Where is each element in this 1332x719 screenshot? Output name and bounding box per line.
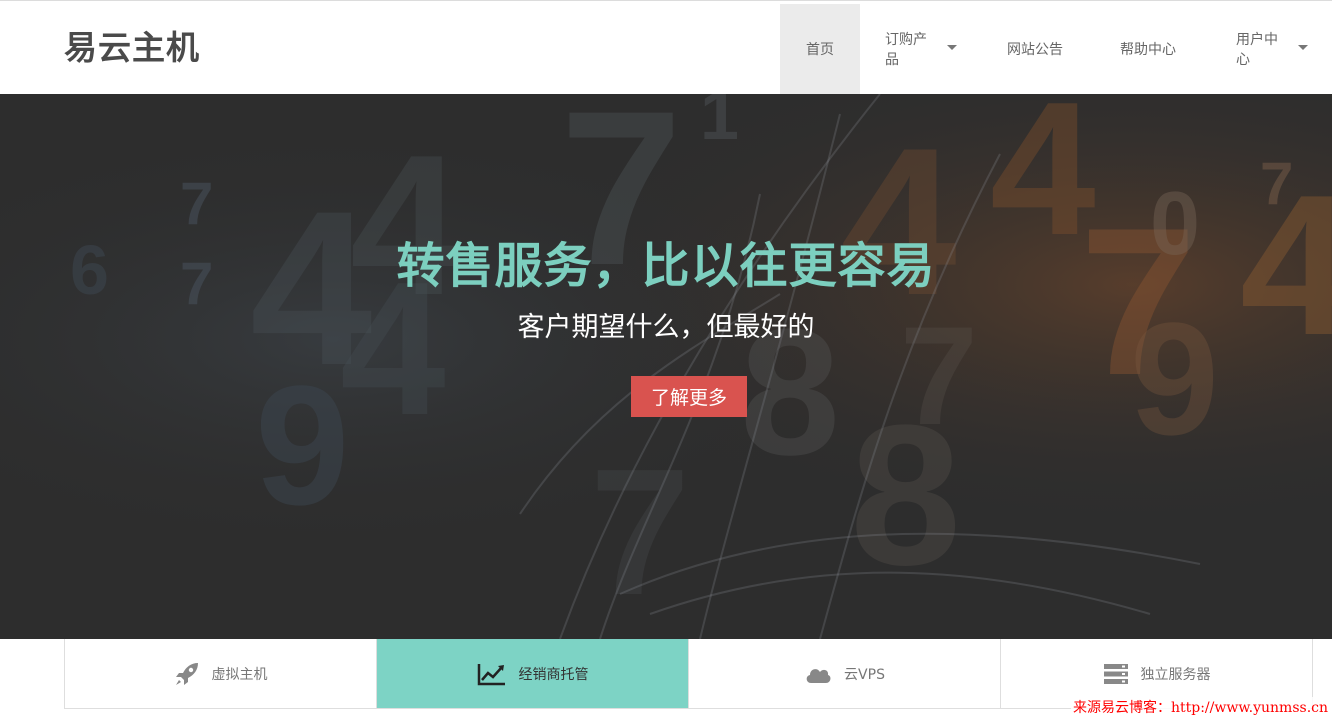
nav-item-announcements[interactable]: 网站公告 <box>981 4 1093 94</box>
tab-label: 虚拟主机 <box>211 666 268 683</box>
tab-label: 经销商托管 <box>518 666 589 683</box>
tab-reseller-hosting[interactable]: 经销商托管 <box>377 639 689 708</box>
hero-title: 转售服务，比以往更容易 <box>396 238 936 294</box>
nav-item-help-center[interactable]: 帮助中心 <box>1093 4 1204 94</box>
site-logo[interactable]: 易云主机 <box>64 21 200 69</box>
svg-text:7: 7 <box>590 432 690 633</box>
hero-subtitle: 客户期望什么，但最好的 <box>517 312 815 343</box>
svg-text:1: 1 <box>700 94 739 154</box>
nav-label: 首页 <box>806 42 834 58</box>
site-header: 易云主机 首页 订购产品 网站公告 帮助中心 用户中心 <box>0 4 1332 94</box>
tab-label: 独立服务器 <box>1140 666 1211 683</box>
caret-down-icon <box>1298 44 1308 50</box>
nav-item-user-center[interactable]: 用户中心 <box>1204 4 1332 94</box>
main-nav: 首页 订购产品 网站公告 帮助中心 用户中心 <box>780 4 1332 94</box>
svg-text:9: 9 <box>255 351 350 541</box>
line-chart-icon <box>477 662 507 686</box>
tab-virtual-hosting[interactable]: 虚拟主机 <box>65 639 377 708</box>
server-icon <box>1103 663 1129 685</box>
rocket-icon <box>174 661 200 687</box>
cloud-icon <box>804 663 832 685</box>
tab-label: 云VPS <box>844 666 885 683</box>
source-watermark: 来源易云博客：http://www.yunmss.cn <box>1070 697 1330 717</box>
nav-label: 网站公告 <box>1007 42 1063 58</box>
hero-background-numbers-image: 4 4 7 4 9 7 7 6 1 4 4 7 0 4 9 7 8 8 7 7 <box>0 94 1332 639</box>
caret-down-icon <box>947 44 957 50</box>
learn-more-button[interactable]: 了解更多 <box>631 376 747 417</box>
nav-label: 用户中心 <box>1236 32 1278 68</box>
svg-text:7: 7 <box>1260 150 1293 217</box>
nav-item-order-products[interactable]: 订购产品 <box>860 4 981 94</box>
hero-banner: 4 4 7 4 9 7 7 6 1 4 4 7 0 4 9 7 8 8 7 7 <box>0 94 1332 639</box>
nav-item-home[interactable]: 首页 <box>780 4 860 94</box>
tab-cloud-vps[interactable]: 云VPS <box>689 639 1001 708</box>
nav-label: 订购产品 <box>885 32 927 68</box>
nav-label: 帮助中心 <box>1120 42 1176 58</box>
